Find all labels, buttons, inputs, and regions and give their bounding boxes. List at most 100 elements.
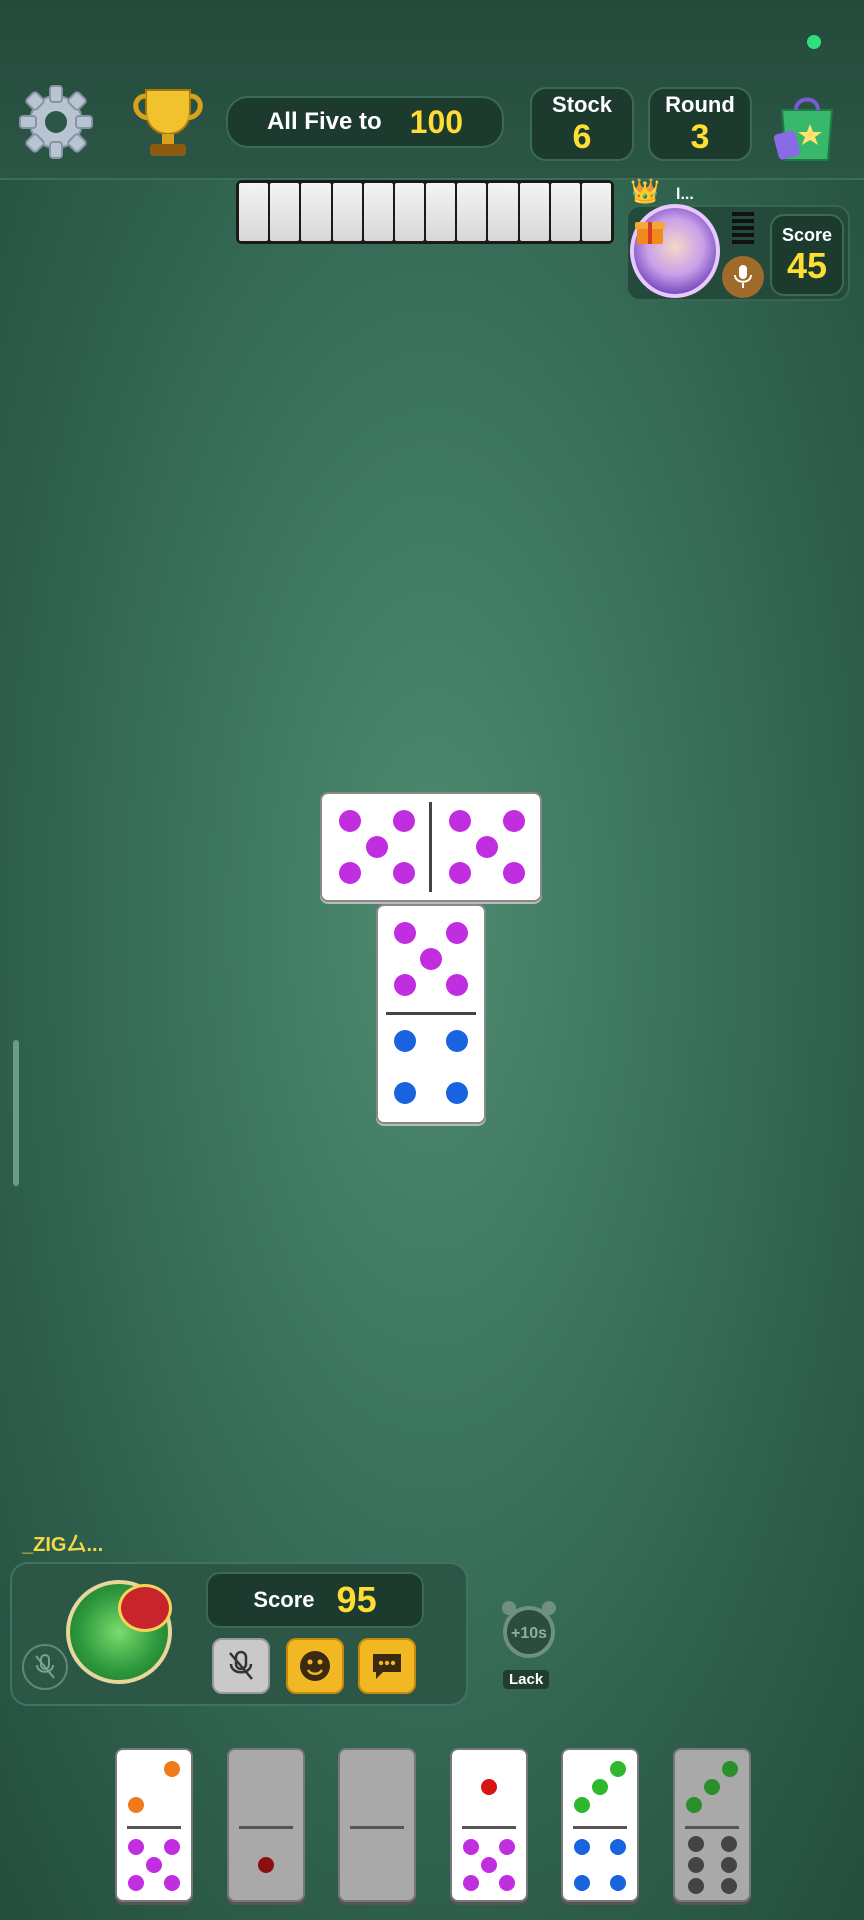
- opponent-hidden-tile: [457, 183, 487, 241]
- pip: [573, 1797, 590, 1814]
- pip: [164, 1875, 181, 1892]
- gear-icon[interactable]: [16, 82, 96, 162]
- pip: [687, 1878, 704, 1895]
- tile-divider: [386, 1012, 476, 1015]
- round-counter: Round 3: [648, 87, 752, 161]
- opponent-hidden-tile: [239, 183, 269, 241]
- tile-divider: [350, 1826, 404, 1829]
- pip: [720, 1835, 737, 1852]
- hand-tile-0-1[interactable]: [227, 1748, 305, 1902]
- opponent-hidden-tile: [550, 183, 580, 241]
- timer-bonus-label: +10s: [511, 1625, 547, 1642]
- opponent-hidden-tile: [581, 183, 612, 241]
- opponent-hidden-hand: [236, 180, 614, 244]
- hand-tile-3-6[interactable]: [673, 1748, 751, 1902]
- opponent-hidden-tile: [426, 183, 456, 241]
- opponent-hidden-tile: [394, 183, 425, 241]
- pip: [164, 1838, 181, 1855]
- pip: [127, 1797, 144, 1814]
- pip: [720, 1857, 737, 1873]
- player-score-box: Score 95: [206, 1572, 424, 1628]
- opponent-hidden-tile: [363, 183, 393, 241]
- pip: [503, 862, 526, 885]
- pip: [722, 1760, 739, 1777]
- pip: [258, 1857, 274, 1873]
- connection-status-dot: [807, 35, 821, 49]
- opponent-score-box: Score 45: [770, 214, 844, 296]
- alarm-clock-icon[interactable]: +10s: [498, 1598, 560, 1660]
- pip: [503, 809, 526, 832]
- pip: [610, 1760, 627, 1777]
- pip: [610, 1838, 627, 1855]
- board-tile-5-5: [320, 792, 542, 902]
- side-drawer-handle[interactable]: [13, 1040, 19, 1186]
- pip: [499, 1838, 516, 1855]
- hand-tile-0-0[interactable]: [338, 1748, 416, 1902]
- chat-button[interactable]: [358, 1638, 416, 1694]
- round-value: 3: [690, 118, 710, 156]
- pip: [164, 1760, 181, 1777]
- pip: [481, 1779, 497, 1795]
- pip: [366, 836, 388, 858]
- crown-icon: 👑: [630, 178, 660, 205]
- lack-label: Lack: [503, 1670, 550, 1689]
- mute-voice-button[interactable]: [212, 1638, 270, 1694]
- pip: [499, 1875, 516, 1892]
- pip: [685, 1797, 702, 1814]
- pip: [393, 921, 416, 944]
- opponent-score-label: Score: [781, 225, 833, 245]
- pip: [481, 1857, 497, 1873]
- player-score-label: Score: [253, 1587, 315, 1612]
- pip: [446, 1029, 469, 1052]
- pip: [393, 809, 416, 832]
- opponent-name: l...: [676, 186, 694, 203]
- pip: [393, 974, 416, 997]
- pip: [127, 1838, 144, 1855]
- pip: [338, 809, 361, 832]
- pip: [573, 1838, 590, 1855]
- trophy-icon[interactable]: [126, 84, 210, 160]
- pip: [592, 1779, 608, 1795]
- opponent-hidden-tile: [301, 183, 331, 241]
- shop-bag-icon[interactable]: [774, 88, 840, 164]
- pip: [720, 1878, 737, 1895]
- signal-bars-icon: [732, 212, 754, 248]
- hand-tile-3-4[interactable]: [561, 1748, 639, 1902]
- pip: [462, 1838, 479, 1855]
- pip: [446, 974, 469, 997]
- tile-divider: [573, 1826, 627, 1829]
- pip: [446, 1082, 469, 1105]
- tile-divider: [239, 1826, 293, 1829]
- tile-divider: [127, 1826, 181, 1829]
- player-badge-icon: [118, 1584, 172, 1632]
- opponent-hidden-tile: [270, 183, 300, 241]
- tile-divider: [685, 1826, 739, 1829]
- pip: [420, 948, 442, 970]
- tile-divider: [462, 1826, 516, 1829]
- pip: [476, 836, 498, 858]
- opponent-hidden-tile: [519, 183, 549, 241]
- microphone-icon[interactable]: [722, 256, 764, 298]
- game-mode-label: All Five to: [266, 108, 382, 135]
- player-name: _ZIG厶...: [22, 1534, 104, 1556]
- round-label: Round: [665, 92, 735, 117]
- opponent-hidden-tile: [488, 183, 518, 241]
- hand-tile-2-5[interactable]: [115, 1748, 193, 1902]
- tile-divider: [429, 802, 432, 892]
- emoji-button[interactable]: [286, 1638, 344, 1694]
- pip: [462, 1875, 479, 1892]
- pip: [393, 1029, 416, 1052]
- pip: [610, 1875, 627, 1892]
- pip: [146, 1857, 162, 1873]
- gift-icon[interactable]: [634, 214, 666, 246]
- stock-counter: Stock 6: [530, 87, 634, 161]
- opponent-score-value: 45: [786, 245, 828, 286]
- pip: [448, 862, 471, 885]
- muted-mic-icon[interactable]: [22, 1644, 68, 1690]
- hand-tile-1-5[interactable]: [450, 1748, 528, 1902]
- pip: [393, 862, 416, 885]
- target-score: 100: [409, 103, 464, 140]
- pip: [393, 1082, 416, 1105]
- pip: [448, 809, 471, 832]
- pip: [687, 1857, 704, 1873]
